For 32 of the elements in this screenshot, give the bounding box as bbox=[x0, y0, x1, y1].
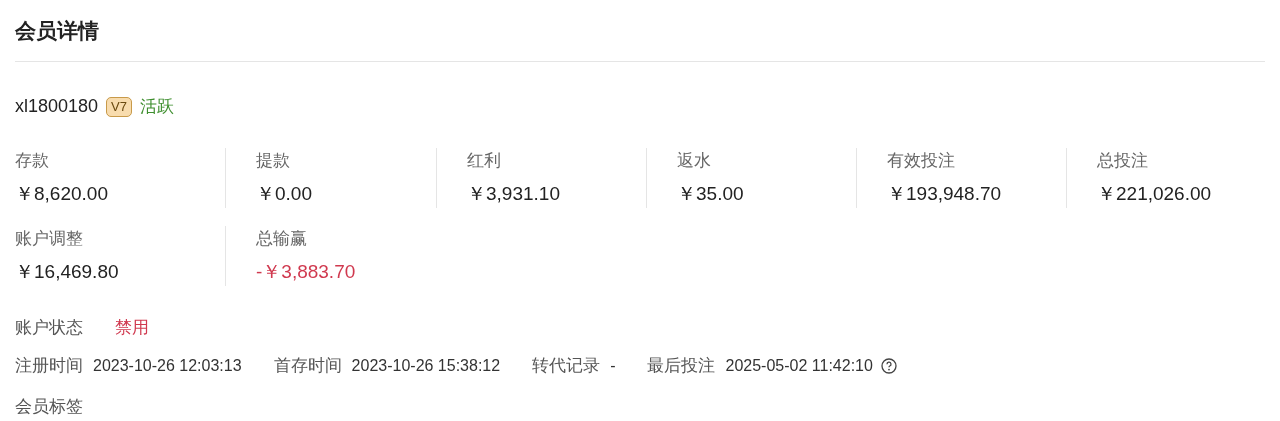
account-status: 禁用 bbox=[115, 317, 149, 340]
stat-label: 提款 bbox=[256, 150, 291, 172]
stat-value: ￥16,469.80 bbox=[15, 259, 120, 284]
stat-value: -￥3,883.70 bbox=[256, 259, 357, 284]
field-value: 2023-10-26 15:38:12 bbox=[351, 356, 501, 376]
stat-label: 有效投注 bbox=[887, 150, 956, 172]
activity-status: 活跃 bbox=[140, 95, 174, 118]
stat-value: ￥8,620.00 bbox=[15, 181, 109, 206]
field-label: 最后投注 bbox=[647, 355, 716, 378]
field-value: - bbox=[610, 356, 616, 376]
page-title: 会员详情 bbox=[15, 17, 99, 44]
stat-label: 总投注 bbox=[1097, 150, 1149, 172]
stat-value: ￥35.00 bbox=[677, 181, 745, 206]
stat-label: 账户调整 bbox=[15, 228, 84, 250]
field-value: 2025-05-02 11:42:10 bbox=[725, 356, 873, 376]
stat-label: 总输赢 bbox=[256, 228, 308, 250]
stat-label: 返水 bbox=[677, 150, 712, 172]
field-label: 首存时间 bbox=[273, 355, 342, 378]
stat-value: ￥3,931.10 bbox=[467, 181, 561, 206]
vip-badge: V7 bbox=[106, 96, 132, 117]
help-icon[interactable] bbox=[880, 358, 897, 374]
stat-label: 红利 bbox=[467, 150, 502, 172]
field-label: 转代记录 bbox=[532, 355, 601, 378]
field-value: 2023-10-26 12:03:13 bbox=[93, 356, 242, 376]
field-label: 会员标签 bbox=[15, 397, 83, 416]
stat-value: ￥193,948.70 bbox=[887, 181, 1003, 206]
field-label: 注册时间 bbox=[15, 355, 83, 378]
stat-value: ￥221,026.00 bbox=[1097, 181, 1213, 206]
stat-value: ￥0.00 bbox=[256, 181, 313, 206]
username: xl1800180 bbox=[15, 95, 99, 118]
field-label: 账户状态 bbox=[15, 317, 83, 340]
stat-label: 存款 bbox=[15, 150, 50, 172]
